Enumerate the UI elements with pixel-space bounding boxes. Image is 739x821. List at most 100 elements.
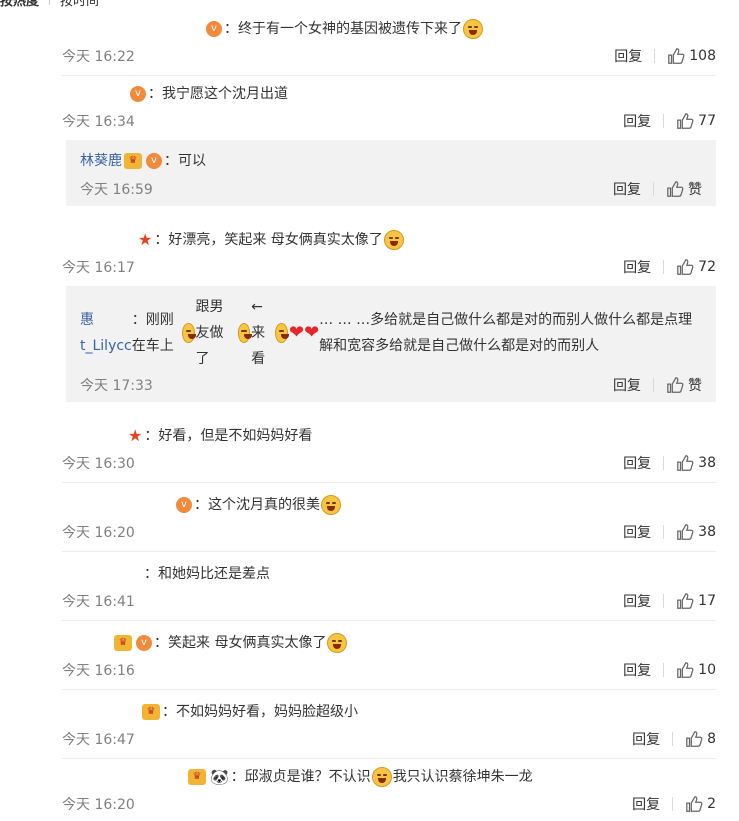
reply-button[interactable]: 回复 — [623, 660, 651, 680]
comment-author[interactable] — [62, 633, 112, 653]
verified-badge-icon: v — [130, 86, 146, 102]
like-count: 8 — [707, 731, 716, 747]
comment-item: ：和她妈比还是差点 今天 16:41 回复 17 — [62, 551, 716, 620]
thumbs-up-icon — [677, 662, 694, 678]
comment-list: v ：终于有一个女神的基因被遗传下来了 今天 16:22 回复 108 v ：我… — [62, 0, 716, 821]
shocked-emoji-icon — [321, 495, 341, 515]
star-badge-icon: ★ — [128, 426, 143, 445]
reply-text-part: ：刚刚在车上 — [131, 312, 174, 354]
like-button[interactable]: 38 — [676, 523, 716, 541]
comment-text: ：我宁愿这个沈月出道 — [148, 86, 288, 102]
tab-divider — [49, 0, 51, 5]
like-button[interactable]: 8 — [685, 730, 716, 748]
comment-author[interactable] — [62, 702, 140, 722]
comment-item: v ：终于有一个女神的基因被遗传下来了 今天 16:22 回复 108 — [62, 0, 716, 75]
thumbs-up-icon — [677, 455, 694, 471]
comment-item: ★ ：好看，但是不如妈妈好看 今天 16:30 回复 38 — [62, 410, 716, 482]
comment-item: ♛ 🐼 ：邱淑贞是谁？不认识 我只认识蔡徐坤朱一龙 今天 16:20 回复 2 — [62, 758, 716, 821]
verified-badge-icon: v — [146, 153, 162, 169]
reply-button[interactable]: 回复 — [623, 453, 651, 473]
emoji-icon — [275, 323, 290, 343]
comment-author[interactable] — [62, 564, 144, 584]
reply-button[interactable]: 回复 — [623, 522, 651, 542]
like-count: 38 — [698, 524, 716, 540]
reply-button[interactable]: 回复 — [623, 591, 651, 611]
action-divider — [653, 182, 654, 196]
reply-text-part: ←来看 — [251, 299, 266, 367]
comment-time: 今天 16:22 — [62, 49, 135, 65]
like-button[interactable]: 2 — [685, 795, 716, 813]
comment-item: v ：我宁愿这个沈月出道 今天 16:34 回复 77 林葵鹿 ♛ v ：可以 … — [62, 75, 716, 214]
comment-text: ：这个沈月真的很美 — [194, 497, 320, 513]
reply-button[interactable]: 回复 — [613, 375, 641, 395]
like-count: 77 — [698, 113, 716, 129]
emoji-icon — [182, 323, 196, 343]
comment-time: 今天 16:20 — [62, 525, 135, 541]
verified-badge-icon: v — [206, 21, 222, 37]
comment-time: 今天 16:41 — [62, 594, 135, 610]
reply-box: 惠t_Lilycc ：刚刚在车上 跟男友做了 ←来看 ❤ ❤… … …多给就是自己做什么… — [66, 286, 716, 402]
like-button[interactable]: 赞 — [666, 179, 702, 199]
member-crown-icon: ♛ — [142, 704, 160, 720]
reply-box: 林葵鹿 ♛ v ：可以 今天 16:59 回复 赞 — [66, 140, 716, 206]
comment-time: 今天 16:47 — [62, 732, 135, 748]
comment-author[interactable] — [62, 84, 128, 104]
reply-button[interactable]: 回复 — [614, 46, 642, 66]
member-crown-icon: ♛ — [114, 635, 132, 651]
thumbs-up-icon — [667, 181, 684, 197]
like-count: 38 — [698, 455, 716, 471]
like-button[interactable]: 赞 — [666, 375, 702, 395]
reply-time: 今天 16:59 — [80, 182, 153, 198]
reply-text-part: … … …多给就是自己做什么都是对的而别人做什么都是点理解和宽容多给就是自己做什… — [319, 312, 693, 354]
laughing-emoji-icon — [327, 633, 348, 653]
like-button[interactable]: 72 — [676, 258, 716, 276]
comment-time: 今天 16:20 — [62, 797, 135, 813]
comment-text: ：不如妈妈好看，妈妈脸超级小 — [162, 704, 358, 720]
reply-button[interactable]: 回复 — [623, 111, 651, 131]
reply-text-part: 跟男友做了 — [195, 299, 224, 367]
thumbs-up-icon — [677, 259, 694, 275]
action-divider — [663, 260, 665, 274]
comment-author[interactable] — [62, 19, 204, 39]
comment-text: ：和她妈比还是差点 — [144, 566, 270, 582]
action-divider — [663, 594, 665, 608]
thumbs-up-icon — [677, 113, 694, 129]
comment-text: ：好漂亮，笑起来 母女俩真实太像了 — [154, 232, 383, 248]
panda-badge-icon: 🐼 — [210, 768, 229, 786]
like-button[interactable]: 108 — [667, 47, 716, 65]
action-divider — [672, 797, 674, 811]
member-crown-icon: ♛ — [124, 153, 142, 169]
like-button[interactable]: 10 — [676, 661, 716, 679]
comment-author[interactable] — [62, 767, 186, 787]
reply-button[interactable]: 回复 — [632, 729, 660, 749]
action-divider — [663, 525, 665, 539]
thumbs-up-icon — [677, 524, 694, 540]
like-count: 10 — [698, 662, 716, 678]
comment-author[interactable] — [62, 230, 136, 250]
member-crown-icon: ♛ — [188, 769, 206, 785]
like-button[interactable]: 38 — [676, 454, 716, 472]
reply-button[interactable]: 回复 — [613, 179, 641, 199]
reply-author[interactable]: 林葵鹿 — [80, 148, 122, 174]
reply-author[interactable]: 惠t_Lilycc — [80, 307, 132, 359]
like-button[interactable]: 17 — [676, 592, 716, 610]
left-margin — [0, 0, 62, 782]
reply-button[interactable]: 回复 — [623, 257, 651, 277]
like-button[interactable]: 77 — [676, 112, 716, 130]
comment-item: ♛ v ：笑起来 母女俩真实太像了 今天 16:16 回复 10 — [62, 620, 716, 689]
comment-author[interactable] — [62, 495, 174, 515]
action-divider — [672, 732, 674, 746]
thumbs-up-icon — [686, 796, 703, 812]
thumbs-up-icon — [677, 593, 694, 609]
action-divider — [654, 49, 656, 63]
tab-by-hot[interactable]: 按热度 — [0, 0, 39, 9]
comment-text: 我只认识蔡徐坤朱一龙 — [392, 769, 533, 785]
comment-time: 今天 16:30 — [62, 456, 135, 472]
star-badge-icon: ★ — [138, 230, 153, 249]
reply-button[interactable]: 回复 — [632, 794, 660, 814]
comment-author[interactable] — [62, 426, 126, 446]
comment-item: v ：这个沈月真的很美 今天 16:20 回复 38 — [62, 482, 716, 551]
heart-icon: ❤ — [304, 322, 320, 343]
verified-badge-icon: v — [176, 497, 192, 513]
comment-text: ：笑起来 母女俩真实太像了 — [154, 635, 327, 651]
